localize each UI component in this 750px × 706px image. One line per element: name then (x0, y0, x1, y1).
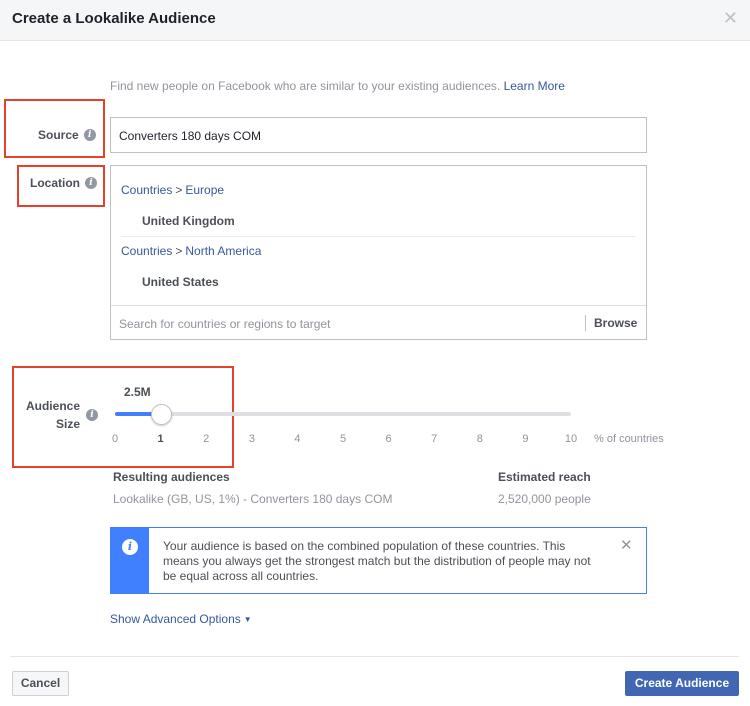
location-path-north-america: Countries > North America (121, 244, 262, 258)
footer-divider (10, 656, 739, 657)
close-icon[interactable]: ✕ (620, 536, 633, 554)
slider-tick-label: 1 (157, 433, 164, 445)
slider-tick-label: 0 (111, 433, 119, 445)
close-icon[interactable]: ✕ (723, 9, 738, 27)
slider-tick-label: 6 (385, 433, 392, 445)
source-label: Source i (38, 128, 96, 142)
intro-description: Find new people on Facebook who are simi… (110, 79, 501, 93)
breadcrumb-countries[interactable]: Countries (121, 183, 172, 197)
notice-text: Your audience is based on the combined p… (163, 539, 591, 583)
slider-tick-label: 8 (476, 433, 483, 445)
audience-size-slider-track[interactable] (115, 412, 571, 416)
intro-text: Find new people on Facebook who are simi… (110, 79, 565, 93)
audience-size-unit: % of countries (594, 433, 664, 445)
info-icon[interactable]: i (86, 409, 98, 421)
location-divider (121, 236, 636, 237)
create-audience-button[interactable]: Create Audience (625, 671, 739, 696)
location-label-text: Location (30, 176, 80, 190)
slider-tick-label: 9 (522, 433, 529, 445)
resulting-audiences-value: Lookalike (GB, US, 1%) - Converters 180 … (113, 492, 393, 506)
estimated-reach-value: 2,520,000 people (498, 492, 591, 506)
slider-tick-label: 7 (431, 433, 438, 445)
info-notice: i Your audience is based on the combined… (110, 527, 647, 594)
source-label-text: Source (38, 128, 79, 142)
location-country-uk[interactable]: United Kingdom (142, 214, 235, 228)
location-path-europe: Countries > Europe (121, 183, 225, 197)
notice-sidebar: i (111, 528, 149, 593)
dialog-title: Create a Lookalike Audience (12, 10, 216, 27)
slider-tick-label: 2 (203, 433, 210, 445)
browse-button[interactable]: Browse (594, 316, 637, 330)
caret-down-icon: ▼ (243, 615, 252, 624)
dialog-header: Create a Lookalike Audience ✕ (0, 0, 750, 41)
advanced-options-label: Show Advanced Options (110, 612, 241, 626)
slider-tick-label: 3 (248, 433, 255, 445)
learn-more-link[interactable]: Learn More (504, 79, 565, 93)
cancel-button[interactable]: Cancel (12, 671, 69, 696)
location-search-input[interactable]: Search for countries or regions to targe… (119, 317, 330, 331)
location-label: Location i (30, 176, 97, 190)
info-icon[interactable]: i (83, 129, 96, 141)
estimated-reach-heading: Estimated reach (498, 470, 591, 484)
slider-tick-label: 5 (339, 433, 347, 445)
location-search-divider (111, 305, 646, 306)
location-selector: Countries > Europe United Kingdom Countrie… (110, 165, 647, 340)
info-icon[interactable]: i (85, 177, 97, 189)
search-separator (585, 315, 586, 331)
slider-tick-label: 4 (294, 433, 301, 445)
audience-size-slider-handle[interactable] (150, 404, 172, 425)
breadcrumb-europe[interactable]: Europe (185, 183, 224, 197)
audience-size-label: Audience Size (25, 399, 80, 431)
source-input[interactable]: Converters 180 days COM (110, 117, 647, 153)
location-country-us[interactable]: United States (142, 275, 219, 289)
breadcrumb-countries[interactable]: Countries (121, 244, 172, 258)
slider-tick-label: 10 (564, 433, 578, 445)
resulting-audiences-heading: Resulting audiences (113, 470, 230, 484)
audience-size-value: 2.5M (124, 385, 151, 399)
show-advanced-options-link[interactable]: Show Advanced Options ▼ (110, 612, 252, 626)
breadcrumb-north-america[interactable]: North America (185, 244, 261, 258)
info-icon: i (122, 539, 138, 555)
